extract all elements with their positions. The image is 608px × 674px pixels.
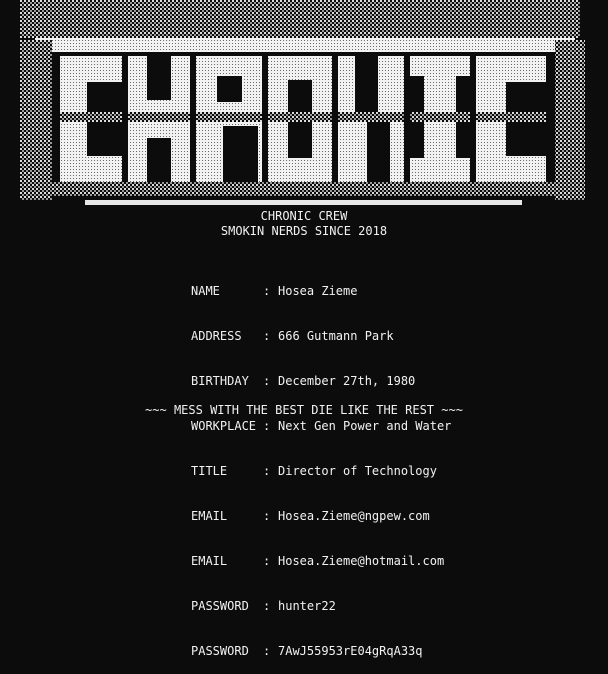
profile-label: ADDRESS [191, 329, 242, 343]
ascii-art-block [223, 126, 258, 182]
profile-label: TITLE [191, 464, 228, 478]
ascii-art-block [268, 112, 332, 122]
ascii-art-block [338, 112, 404, 122]
profile-row: EMAIL: Hosea.Zieme@hotmail.com [191, 554, 451, 569]
ascii-art-block [35, 38, 575, 52]
crew-name: CHRONIC CREW [260, 209, 348, 223]
profile-value: Hosea.Zieme@hotmail.com [278, 554, 445, 568]
profile-row: ADDRESS:666 Gutmann Park [191, 329, 451, 344]
profile-separator: : [263, 284, 271, 298]
profile-label: EMAIL [191, 554, 228, 568]
profile-row: EMAIL: Hosea.Zieme@ngpew.com [191, 509, 451, 524]
profile-separator: : [263, 599, 271, 613]
profile-row: BIRTHDAY: December 27th, 1980 [191, 374, 451, 389]
chronic-ascii-art-logo [20, 0, 585, 205]
crew-tagline: SMOKIN NERDS SINCE 2018 [220, 224, 388, 238]
profile-separator: : [263, 464, 271, 478]
profile-value: Hosea Zieme [278, 284, 358, 298]
ascii-art-block [128, 112, 190, 122]
profile-separator: : [263, 644, 271, 658]
profile-separator: : [263, 374, 271, 388]
profile-value: Next Gen Power and Water [278, 419, 452, 433]
profile-row: TITLE: Director of Technology [191, 464, 451, 479]
ascii-art-block [217, 76, 242, 102]
profile-row: PASSWORD:7AwJ55953rE04gRqA33q [191, 644, 451, 659]
ascii-art-block [147, 138, 171, 182]
profile-value: hunter22 [278, 599, 336, 613]
profile-value: Director of Technology [278, 464, 437, 478]
footer-motto: ~~~ MESS WITH THE BEST DIE LIKE THE REST… [145, 403, 463, 417]
profile-label: BIRTHDAY [191, 374, 249, 388]
profile-row: NAME: Hosea Zieme [191, 284, 451, 299]
ascii-art-block [196, 112, 262, 122]
profile-row: PASSWORD: hunter22 [191, 599, 451, 614]
ascii-art-block [60, 112, 122, 122]
ascii-art-block [355, 56, 378, 116]
ascii-art-block [476, 112, 546, 122]
ascii-art-block [40, 182, 560, 196]
ascii-art-blocks [20, 0, 585, 200]
ascii-art-block [555, 40, 585, 200]
profile-value: 7AwJ55953rE04gRqA33q [278, 644, 423, 658]
profile-separator: : [263, 509, 271, 523]
profile-value: 666 Gutmann Park [278, 329, 394, 343]
ascii-art-block [367, 122, 390, 182]
profile-label: PASSWORD [191, 599, 249, 613]
profile-separator: : [263, 554, 271, 568]
profile-value: December 27th, 1980 [278, 374, 416, 388]
ascii-art-block [20, 0, 580, 38]
profile-label: PASSWORD [191, 644, 249, 658]
ascii-art-block [410, 112, 470, 122]
profile-value: Hosea.Zieme@ngpew.com [278, 509, 430, 523]
banner-underline [85, 200, 522, 205]
ascii-art-block [147, 56, 171, 100]
profile-label: NAME [191, 284, 220, 298]
profile-separator: : [263, 329, 271, 343]
ascii-art-block [20, 40, 52, 200]
profile-label: EMAIL [191, 509, 228, 523]
profile-card: NAME: Hosea Zieme ADDRESS:666 Gutmann Par… [191, 254, 451, 674]
